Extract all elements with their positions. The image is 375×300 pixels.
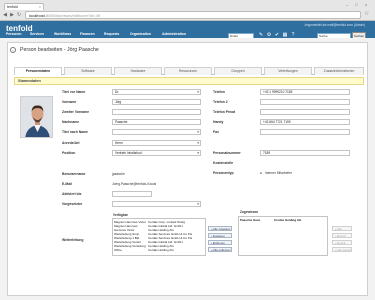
tab-personendaten[interactable]: Personendaten xyxy=(14,67,62,75)
label-position: Position xyxy=(62,151,76,155)
side-all-back-button[interactable]: « Alle zurück xyxy=(332,247,352,252)
nav-organisation[interactable]: Organisation xyxy=(130,32,151,36)
browser-chrome: tenfold × – □ × ◀ ▶ ↻ localhost:8080/#/p… xyxy=(0,0,375,21)
minimize-icon[interactable]: – xyxy=(346,2,348,7)
bookmark-star-icon[interactable]: ☆ xyxy=(364,11,369,18)
forward-icon[interactable]: ▶ xyxy=(9,12,15,18)
form-tabs: Personendaten Software Hardware Ressourc… xyxy=(14,67,364,75)
telefon-input[interactable]: +43 1 9999210 7189 xyxy=(260,89,350,95)
label-handy: Handy xyxy=(213,120,224,124)
label-titel-nach-name: Titel nach Name xyxy=(62,130,88,134)
label-telefon: Telefon xyxy=(213,90,225,94)
url-host: localhost xyxy=(29,13,45,18)
position-select[interactable]: Vertrieb Inhaltsbud. xyxy=(112,150,201,156)
nav-workflows[interactable]: Workflows xyxy=(54,32,71,36)
tab-software[interactable]: Software xyxy=(64,67,112,75)
label-vorname: Vorname xyxy=(62,100,77,104)
personentyp-value: Interner Mitarbeiter xyxy=(265,171,292,175)
address-bar[interactable]: localhost:8080/#/person/edit/core?id=49 xyxy=(25,11,361,19)
telefon-privat-input[interactable] xyxy=(260,109,350,115)
anrede-select[interactable]: Herrn xyxy=(112,140,201,146)
available-list[interactable]: Magnus Hammes Victor Cerdas Corp. Limited… xyxy=(112,218,206,256)
tab-close-icon[interactable]: × xyxy=(39,5,41,9)
label-anrede: Anrede/Art xyxy=(62,141,80,145)
list-item[interactable]: Paasche Hans Cerdas Holding AG xyxy=(240,218,326,222)
label-kostenstelle: Kostenstelle xyxy=(213,161,234,165)
benutzername-value: jpaasche xyxy=(112,172,125,176)
label-fax: Fax xyxy=(213,130,219,134)
tab-zusatzinformationen[interactable]: Zusatzinformationen xyxy=(314,67,364,75)
label-telefon2: Telefon 2 xyxy=(213,100,228,104)
label-personalnummer: Personalnummer xyxy=(213,151,241,155)
back-arrow-icon[interactable]: ‹ xyxy=(10,47,16,53)
vorgesetzter-select[interactable] xyxy=(112,201,201,207)
tab-gruppen[interactable]: Gruppen xyxy=(214,67,262,75)
nav-requests[interactable]: Requests xyxy=(104,32,119,36)
label-titel-vor-name: Titel vor Name xyxy=(62,90,86,94)
titel-nach-name-select[interactable] xyxy=(112,129,201,135)
email-value: Joerg.Paasche@tenfold-it.local xyxy=(112,182,157,186)
tab-hardware[interactable]: Hardware xyxy=(114,67,162,75)
reload-icon[interactable]: ↻ xyxy=(16,12,22,18)
assign-button[interactable]: › Zuweisen xyxy=(208,233,232,238)
label-vorgesetzter: Vorgesetzter xyxy=(62,202,83,206)
label-aktiviert: Aktiviert bis xyxy=(62,192,82,196)
label-email: E-Mail xyxy=(62,182,72,186)
page-title: Person bearbeiten - Jörg Paasche xyxy=(20,47,99,53)
zweiter-vorname-input[interactable] xyxy=(112,109,201,115)
assigned-list-title: Zugewiesen xyxy=(240,210,259,214)
assigned-list[interactable]: Paasche Hans Cerdas Holding AG xyxy=(238,216,328,256)
remove-all-button[interactable]: « Alle entfernen xyxy=(208,247,232,252)
person-type-icon: ● xyxy=(260,171,262,175)
list-item[interactable]: Office Cerdas Holding AG xyxy=(114,248,204,252)
side-single-button[interactable]: › Einzeln xyxy=(332,233,352,238)
label-zweiter-vorname: Zweiter Vorname xyxy=(62,110,90,114)
browser-tab[interactable]: tenfold × xyxy=(4,3,44,10)
avatar xyxy=(20,96,53,138)
nav-finanzen[interactable]: Finanzen xyxy=(80,32,95,36)
login-info: Angemeldet als mail@tenfold.com (Admin) xyxy=(304,23,365,27)
remove-button[interactable]: ‹ Entfernen xyxy=(208,240,232,245)
tab-vertretungen[interactable]: Vertretungen xyxy=(264,67,312,75)
label-nachname: Nachname xyxy=(62,120,80,124)
close-window-icon[interactable]: × xyxy=(365,2,367,7)
section-header: Stammdaten xyxy=(14,77,364,85)
url-path: :8080/#/person/edit/core?id=49 xyxy=(44,13,101,18)
telefon2-input[interactable] xyxy=(260,99,350,105)
nav-personen[interactable]: Personen xyxy=(6,32,21,36)
handy-input[interactable]: +43 664 7721 7199 xyxy=(260,119,350,125)
vorname-input[interactable]: Jörg xyxy=(112,99,201,105)
personalnummer-input[interactable]: 7189 xyxy=(260,150,350,156)
person-photo-icon xyxy=(21,97,52,137)
nav-administration[interactable]: Administration xyxy=(162,32,186,36)
nachname-input[interactable]: Paasche xyxy=(112,119,201,125)
label-personentyp: Personentyp xyxy=(213,171,234,175)
label-benutzername: Benutzername xyxy=(62,172,86,176)
label-weiterleitung: Weiterleitung xyxy=(62,238,84,242)
browser-tab-title: tenfold xyxy=(7,5,18,9)
available-list-title: Verfügbar xyxy=(113,213,128,217)
nav-services[interactable]: Services xyxy=(30,32,44,36)
maximize-icon[interactable]: □ xyxy=(355,2,357,7)
aktiviert-input[interactable] xyxy=(112,191,152,197)
titel-vor-name-select[interactable]: Dr. xyxy=(112,89,201,95)
back-icon[interactable]: ◀ xyxy=(2,12,8,18)
label-telefon-privat: Telefon Privat xyxy=(213,110,236,114)
fax-input[interactable] xyxy=(260,129,350,135)
tab-ressourcen[interactable]: Ressourcen xyxy=(164,67,212,75)
assign-all-button[interactable]: » Alle zuweisen xyxy=(208,226,232,231)
side-all-button[interactable]: » Alle xyxy=(332,226,352,231)
side-back-button[interactable]: ‹ Zurück xyxy=(332,240,352,245)
